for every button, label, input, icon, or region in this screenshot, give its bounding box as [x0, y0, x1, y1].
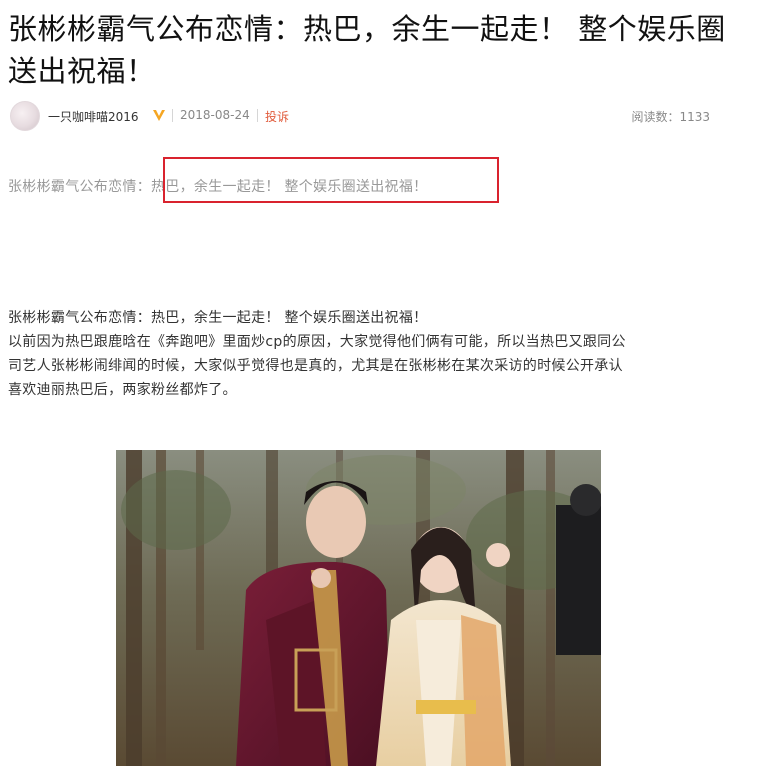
- read-count: 阅读数：1133: [631, 110, 710, 124]
- author-name[interactable]: 一只咖啡喵2016: [48, 108, 139, 125]
- body-line: 司艺人张彬彬闹绯闻的时候，大家似乎觉得也是真的，尤其是在张彬彬在某次采访的时候公…: [8, 358, 623, 374]
- body-line: 以前因为热巴跟鹿晗在《奔跑吧》里面炒cp的原因，大家觉得他们俩有可能，所以当热巴…: [8, 334, 626, 350]
- article-title: 张彬彬霸气公布恋情：热巴，余生一起走！ 整个娱乐圈送出祝福！: [8, 12, 726, 88]
- article-body: 张彬彬霸气公布恋情：热巴，余生一起走！ 整个娱乐圈送出祝福！ 以前因为热巴跟鹿晗…: [8, 306, 708, 402]
- article-photo: [116, 450, 601, 766]
- verified-badge-icon: [153, 110, 165, 121]
- divider: [257, 109, 258, 122]
- publish-date: 2018-08-24: [180, 108, 250, 122]
- author-avatar[interactable]: [10, 101, 40, 131]
- body-line: 喜欢迪丽热巴后，两家粉丝都炸了。: [8, 382, 237, 398]
- report-link[interactable]: 投诉: [265, 108, 289, 125]
- article-meta: 一只咖啡喵2016 2018-08-24 投诉 阅读数：1133: [10, 101, 710, 131]
- body-line: 张彬彬霸气公布恋情：热巴，余生一起走！ 整个娱乐圈送出祝福！: [8, 310, 428, 326]
- highlight-annotation-box: [163, 157, 499, 203]
- divider: [172, 109, 173, 122]
